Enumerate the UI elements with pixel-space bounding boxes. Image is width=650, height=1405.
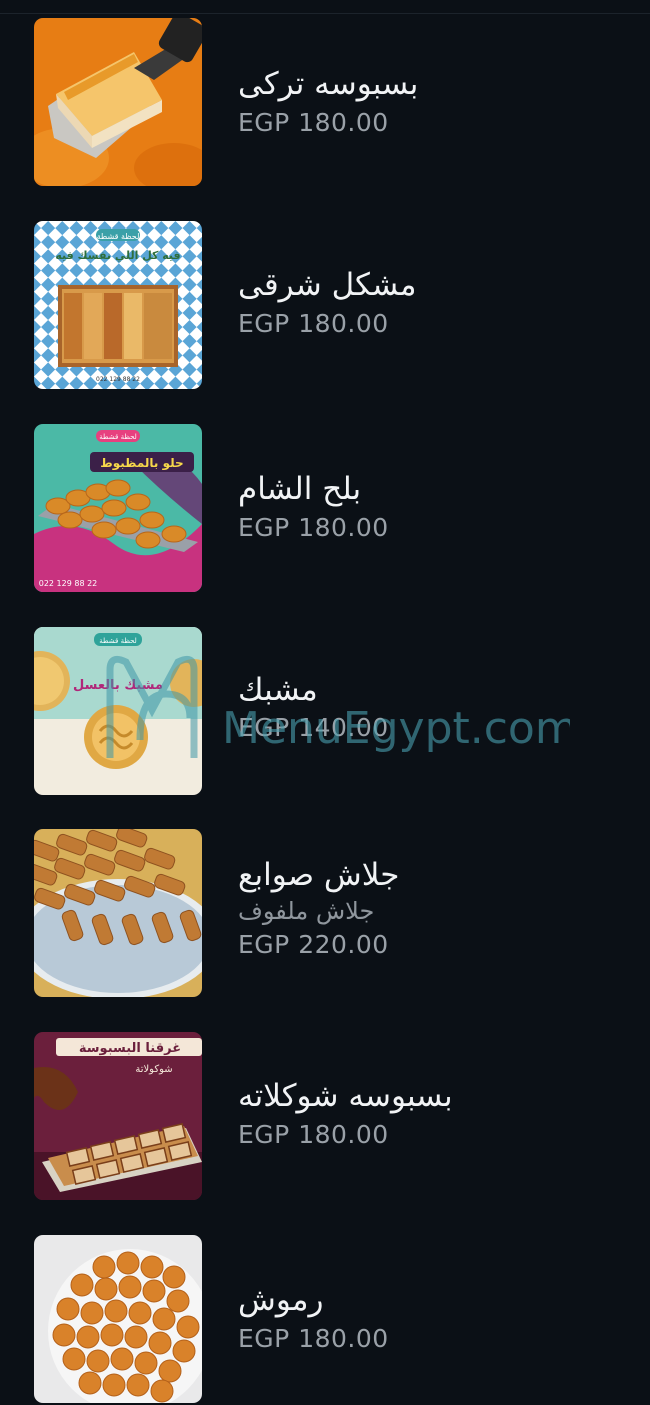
menu-item-image[interactable]: لحظة قشطة حلو بالمظبوط 022 129 88 22 — [34, 424, 202, 592]
basbousa-turkish-photo — [34, 18, 202, 186]
menu-item-name: رموش — [238, 1282, 324, 1318]
menu-item-name: بلح الشام — [238, 471, 362, 507]
menu-item-info: بسبوسه تركى EGP 180.00 — [238, 18, 618, 140]
menu-item-name: بسبوسه شوكلاته — [238, 1078, 453, 1114]
menu-item-name: بسبوسه تركى — [238, 66, 419, 102]
menu-item-description: جلاش ملفوف — [238, 897, 375, 925]
balah-el-sham-photo: لحظة قشطة حلو بالمظبوط 022 129 88 22 — [34, 424, 202, 592]
slogan-text: حلو بالمظبوط — [100, 456, 183, 471]
menu-item[interactable]: بسبوسه تركى EGP 180.00 — [0, 18, 650, 188]
menu-item-image[interactable]: لحظة قشطة مشبك بالعسل — [34, 627, 202, 795]
headline-text: غرقنا البسبوسة — [79, 1041, 181, 1056]
menu-item-name: مشكل شرقى — [238, 267, 417, 303]
slogan-text: مشبك بالعسل — [73, 678, 163, 693]
menu-item-price: EGP 180.00 — [238, 513, 389, 542]
phone-text: 022 129 88 22 — [96, 376, 140, 383]
menu-item[interactable]: لحظة قشطة فيه كل اللي نفسك فيه 022 129 8… — [0, 221, 650, 391]
menu-item-price: EGP 180.00 — [238, 309, 389, 338]
menu-list: بسبوسه تركى EGP 180.00 لحظة قشطة فيه كل … — [0, 0, 650, 1403]
menu-item-image[interactable]: غرقنا البسبوسة شوكولاتة — [34, 1032, 202, 1200]
menu-item[interactable]: لحظة قشطة حلو بالمظبوط 022 129 88 22 بلح… — [0, 424, 650, 594]
rmoush-photo — [34, 1235, 202, 1403]
menu-item-image[interactable] — [34, 1235, 202, 1403]
menu-item-image[interactable] — [34, 18, 202, 186]
menu-item-price: EGP 220.00 — [238, 930, 389, 959]
menu-item-info: بسبوسه شوكلاته EGP 180.00 — [238, 1032, 618, 1152]
menu-item-info: بلح الشام EGP 180.00 — [238, 424, 618, 545]
phone-text: 022 129 88 22 — [39, 579, 98, 588]
menu-item-price: EGP 180.00 — [238, 1120, 389, 1149]
menu-item-name: جلاش صوابع — [238, 857, 400, 893]
menu-item-info: جلاش صوابع جلاش ملفوف EGP 220.00 — [238, 829, 618, 962]
menu-item-price: EGP 180.00 — [238, 108, 389, 137]
menu-item-price: EGP 180.00 — [238, 1324, 389, 1353]
slogan-text: فيه كل اللي نفسك فيه — [55, 249, 180, 262]
brand-text: لحظة قشطة — [99, 637, 136, 645]
menu-item[interactable]: لحظة قشطة مشبك بالعسل مشبك EGP 140.00 — [0, 627, 650, 797]
menu-item[interactable]: رموش EGP 180.00 — [0, 1235, 650, 1405]
menu-item-image[interactable] — [34, 829, 202, 997]
mixed-oriental-sweets-photo: لحظة قشطة فيه كل اللي نفسك فيه 022 129 8… — [34, 221, 202, 389]
menu-item-price: EGP 140.00 — [238, 713, 389, 742]
gullash-fingers-photo — [34, 829, 202, 997]
brand-text: لحظة قشطة — [97, 232, 140, 241]
menu-item-info: مشكل شرقى EGP 180.00 — [238, 221, 618, 341]
menu-item-info: رموش EGP 180.00 — [238, 1235, 618, 1356]
meshabek-photo: لحظة قشطة مشبك بالعسل — [34, 627, 202, 795]
brand-text: لحظة قشطة — [99, 433, 136, 441]
chocolate-basbousa-photo: غرقنا البسبوسة شوكولاتة — [34, 1032, 202, 1200]
menu-item-name: مشبك — [238, 672, 318, 708]
sub-text: شوكولاتة — [135, 1064, 172, 1075]
menu-item[interactable]: غرقنا البسبوسة شوكولاتة بسبوسه شوكلاته E… — [0, 1032, 650, 1202]
menu-item-info: مشبك EGP 140.00 — [238, 627, 618, 745]
menu-item[interactable]: جلاش صوابع جلاش ملفوف EGP 220.00 — [0, 829, 650, 999]
menu-item-image[interactable]: لحظة قشطة فيه كل اللي نفسك فيه 022 129 8… — [34, 221, 202, 389]
